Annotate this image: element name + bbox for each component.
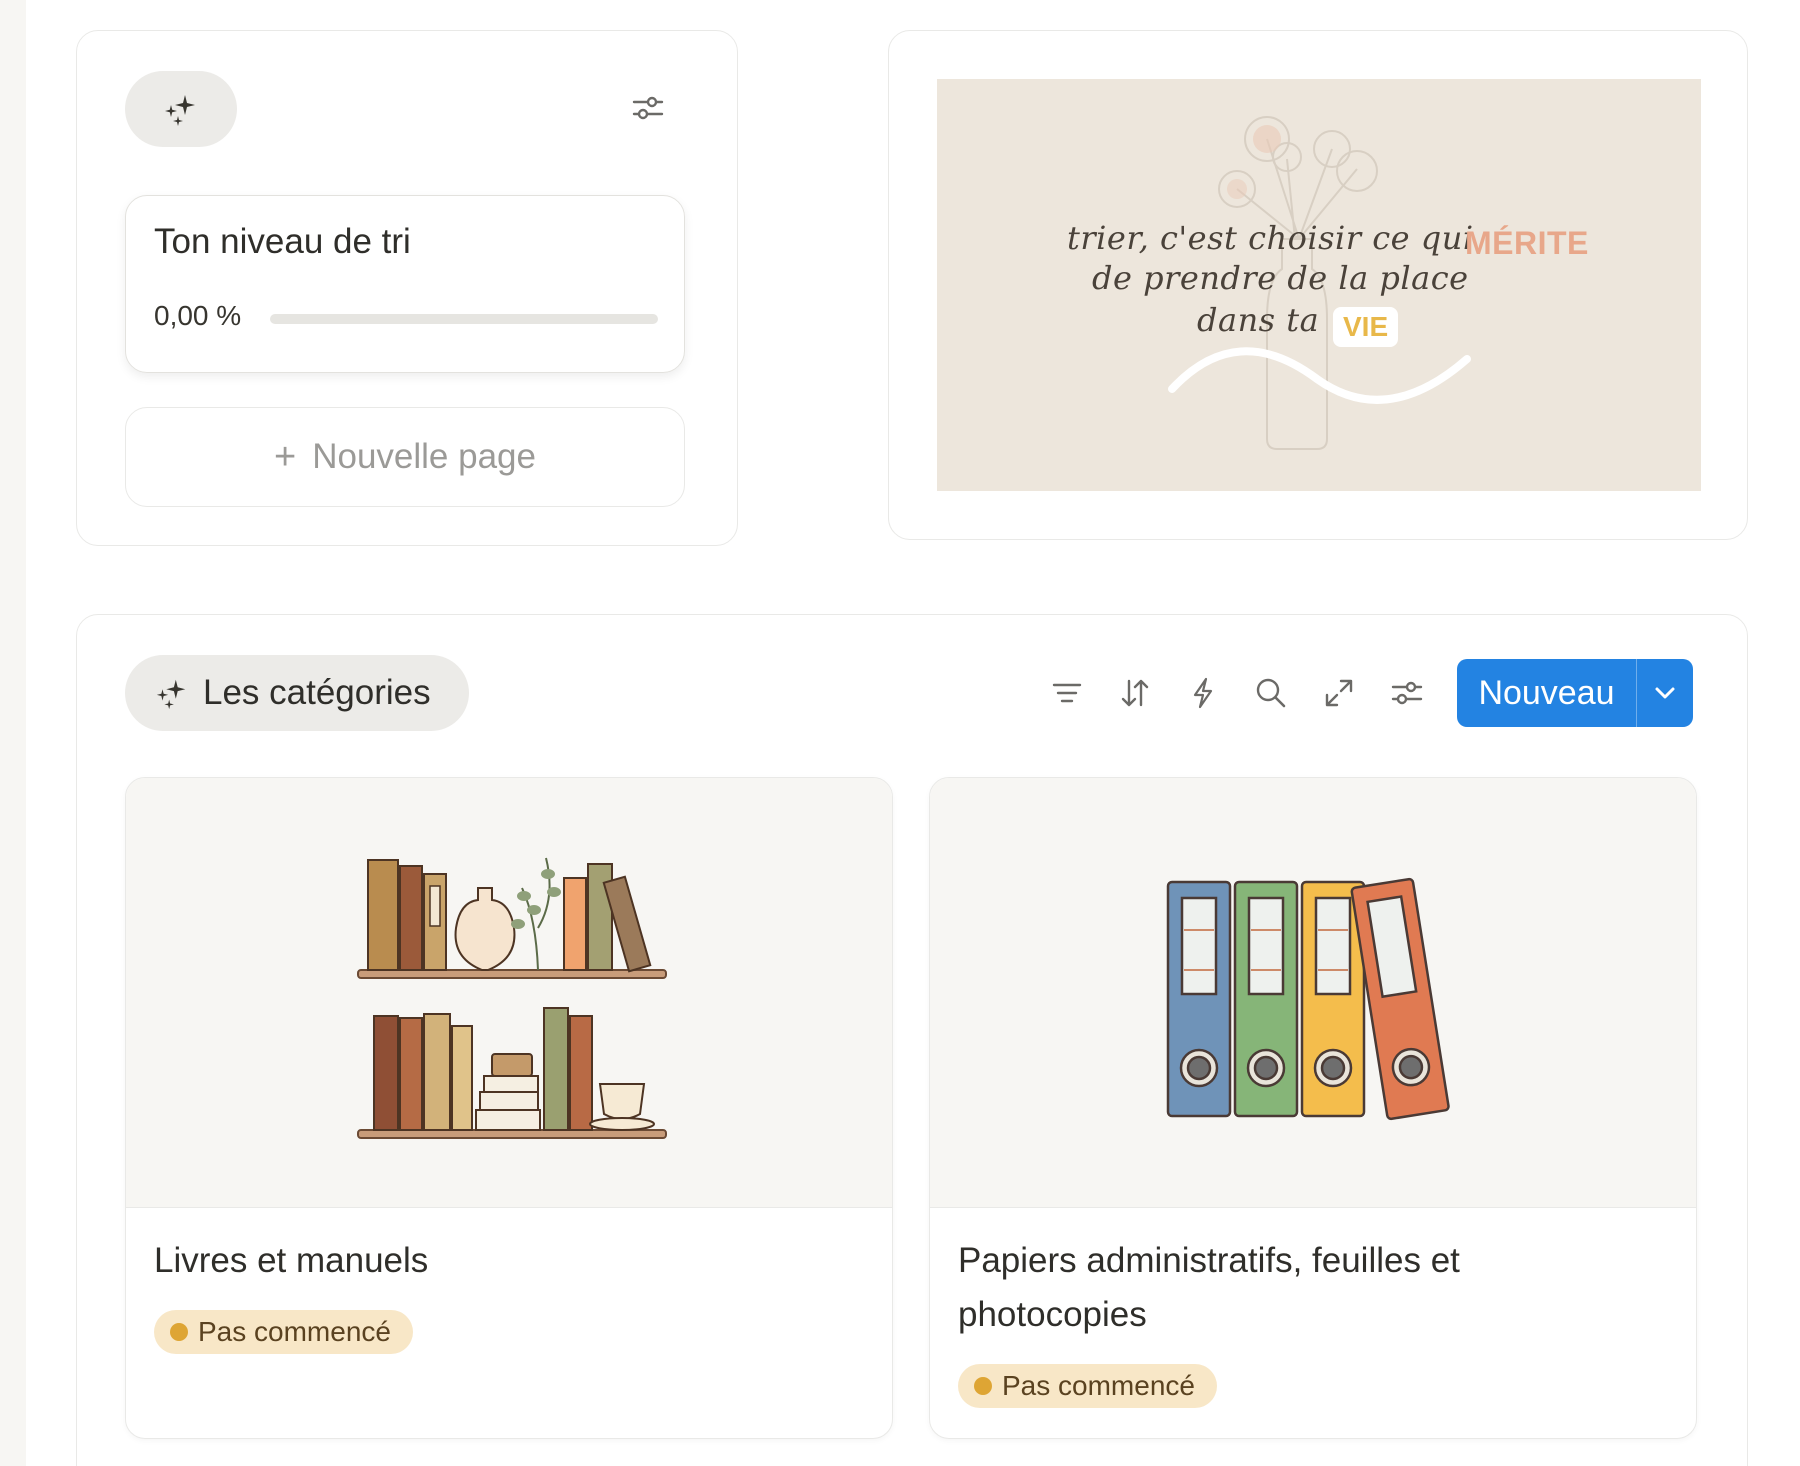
sparkles-icon xyxy=(165,95,195,126)
card-title: Papiers administratifs, feuilles et phot… xyxy=(958,1241,1460,1334)
card-cover xyxy=(126,778,892,1208)
status-dot-icon xyxy=(170,1323,188,1341)
gallery-card[interactable]: Papiers administratifs, feuilles et phot… xyxy=(929,777,1697,1439)
progress-bar xyxy=(270,314,658,324)
quote-line-2: de prendre de la place xyxy=(1092,259,1469,297)
page-left-margin xyxy=(0,0,26,1466)
card-cover xyxy=(930,778,1696,1208)
progress-title: Ton niveau de tri xyxy=(154,222,411,261)
quote-card: trier, c'est choisir ce qui MÉRITE de pr… xyxy=(888,30,1748,540)
status-badge[interactable]: Pas commencé xyxy=(154,1310,413,1354)
new-entry-button[interactable]: Nouveau xyxy=(1457,659,1693,727)
sort-button[interactable] xyxy=(1117,675,1153,711)
status-badge[interactable]: Pas commencé xyxy=(958,1364,1217,1408)
sort-icon xyxy=(1121,679,1149,707)
quote-highlight-vie: VIE xyxy=(1333,307,1399,347)
categories-view-tab[interactable]: Les catégories xyxy=(125,655,469,731)
sliders-icon xyxy=(632,96,664,120)
status-label: Pas commencé xyxy=(198,1316,391,1347)
lightning-icon xyxy=(1193,677,1213,709)
sparkles-icon xyxy=(156,679,186,710)
filter-icon xyxy=(1052,683,1082,703)
card-title: Livres et manuels xyxy=(154,1241,429,1280)
progress-widget-card: Ton niveau de tri 0,00 % + Nouvelle page xyxy=(76,30,738,546)
sliders-icon xyxy=(1391,681,1423,705)
new-entry-label[interactable]: Nouveau xyxy=(1457,659,1637,727)
categories-title: Les catégories xyxy=(203,673,431,712)
categories-database: Les catégories Nouveau Livres et manuels… xyxy=(76,614,1748,1466)
view-settings-button[interactable] xyxy=(1389,675,1425,711)
open-full-page-button[interactable] xyxy=(1321,675,1357,711)
quote-highlight-merite: MÉRITE xyxy=(1465,225,1589,261)
new-page-label: Nouvelle page xyxy=(312,437,536,476)
new-page-button[interactable]: + Nouvelle page xyxy=(125,407,685,507)
status-dot-icon xyxy=(974,1377,992,1395)
binders-illustration xyxy=(1166,877,1450,1121)
chevron-down-icon xyxy=(1655,687,1675,699)
gallery-card[interactable]: Livres et manuels Pas commencé xyxy=(125,777,893,1439)
filter-button[interactable] xyxy=(1049,675,1085,711)
expand-icon xyxy=(1325,679,1353,707)
quote-line-3: dans ta xyxy=(1197,301,1320,339)
progress-percentage: 0,00 % xyxy=(154,300,242,331)
automations-button[interactable] xyxy=(1185,675,1221,711)
search-button[interactable] xyxy=(1253,675,1289,711)
quote-line-1: trier, c'est choisir ce qui xyxy=(1067,219,1474,257)
ai-sparkles-button[interactable] xyxy=(125,71,237,147)
plus-icon: + xyxy=(274,435,297,478)
search-icon xyxy=(1256,678,1286,708)
new-entry-dropdown[interactable] xyxy=(1637,659,1693,727)
bookshelf-illustration xyxy=(357,857,667,1139)
widget-settings-button[interactable] xyxy=(631,91,665,125)
progress-summary-card[interactable]: Ton niveau de tri 0,00 % xyxy=(125,195,685,373)
quote-image: trier, c'est choisir ce qui MÉRITE de pr… xyxy=(937,79,1701,491)
status-label: Pas commencé xyxy=(1002,1370,1195,1401)
